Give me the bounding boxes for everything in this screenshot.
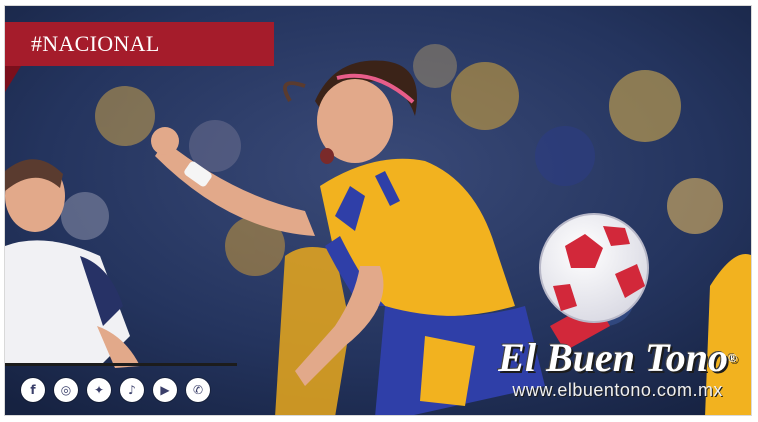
registered-mark: ® <box>728 351 737 365</box>
social-links: f ◎ ✦ ♪ ▶ ✆ <box>21 378 210 402</box>
youtube-icon[interactable]: ▶ <box>153 378 177 402</box>
article-image-card: #NACIONAL f ◎ ✦ ♪ ▶ ✆ El Buen Tono® www.… <box>4 5 752 416</box>
whatsapp-icon[interactable]: ✆ <box>186 378 210 402</box>
instagram-icon[interactable]: ◎ <box>54 378 78 402</box>
brand-watermark: El Buen Tono® www.elbuentono.com.mx <box>498 336 737 401</box>
category-tag[interactable]: #NACIONAL <box>5 22 274 66</box>
social-divider <box>5 363 237 366</box>
facebook-icon[interactable]: f <box>21 378 45 402</box>
twitter-icon[interactable]: ✦ <box>87 378 111 402</box>
category-tag-wedge <box>5 66 21 92</box>
brand-url: www.elbuentono.com.mx <box>512 380 723 400</box>
brand-name: El Buen Tono® <box>498 336 737 380</box>
tiktok-icon[interactable]: ♪ <box>120 378 144 402</box>
brand-name-text: El Buen Tono <box>498 335 729 380</box>
